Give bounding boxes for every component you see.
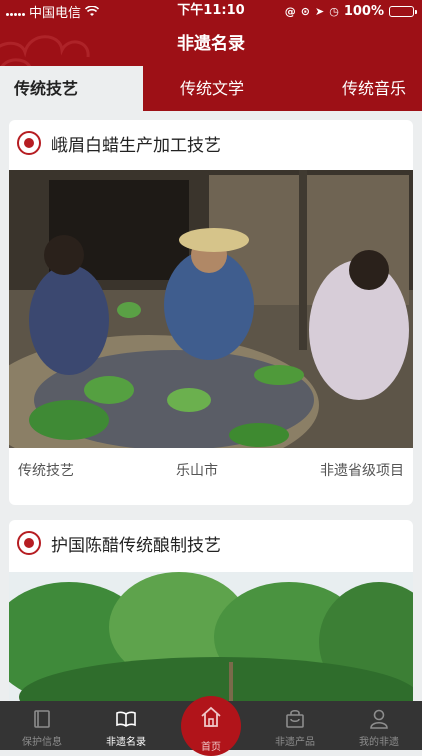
status-bar: 中国电信 下午11:10 @ ⊙ ➤ ◷ 100% (0, 0, 422, 22)
tabbar-label: 首页 (201, 742, 221, 753)
page-title: 非遗名录 (177, 34, 245, 54)
orientation-lock-icon: ⊙ (300, 4, 310, 18)
heritage-card[interactable]: 峨眉白蜡生产加工技艺 传统技艺 乐山市 非遗省级项目 (9, 120, 413, 505)
heritage-logo-icon (17, 531, 41, 555)
tabbar-label: 我的非遗 (359, 737, 399, 748)
tabbar-item-home[interactable]: 首页 (181, 696, 241, 756)
tab-traditional-literature[interactable]: 传统文学 (180, 66, 244, 111)
tab-traditional-craft[interactable]: 传统技艺 (0, 66, 143, 111)
alarm-icon: @ (284, 4, 296, 18)
card-header: 护国陈醋传统酿制技艺 (17, 530, 221, 556)
tabbar-label: 非遗产品 (275, 737, 315, 748)
tabbar-label: 保护信息 (22, 737, 62, 748)
tabbar-item-my-heritage[interactable]: 我的非遗 (339, 701, 419, 750)
open-book-icon (116, 711, 136, 727)
tab-traditional-music[interactable]: 传统音乐 (342, 66, 406, 111)
tabbar-label: 非遗名录 (106, 737, 146, 748)
location-icon: ➤ (315, 4, 325, 18)
category-tabs: 传统技艺 传统文学 传统音乐 (0, 66, 422, 111)
tabbar-item-heritage-products[interactable]: 非遗产品 (255, 701, 335, 750)
user-icon (370, 709, 388, 729)
home-icon (201, 706, 221, 727)
card-title: 峨眉白蜡生产加工技艺 (51, 135, 221, 156)
status-right: @ ⊙ ➤ ◷ 100% (284, 0, 417, 22)
clock-icon: ◷ (329, 4, 339, 18)
card-header: 峨眉白蜡生产加工技艺 (17, 130, 221, 156)
card-level: 非遗省级项目 (320, 463, 404, 479)
heritage-card[interactable]: 护国陈醋传统酿制技艺 (9, 520, 413, 720)
tabbar-item-protection-info[interactable]: 保护信息 (2, 701, 82, 750)
book-icon (34, 710, 50, 728)
bottom-tab-bar: 保护信息 非遗名录 首页 非遗产品 我的非遗 (0, 696, 422, 756)
card-meta: 传统技艺 乐山市 非遗省级项目 (18, 460, 404, 480)
card-photo (9, 170, 413, 448)
battery-icon (389, 5, 417, 17)
battery-percent: 100% (343, 3, 384, 19)
card-category: 传统技艺 (18, 463, 74, 479)
heritage-logo-icon (17, 131, 41, 155)
card-location: 乐山市 (176, 463, 218, 479)
tabbar-item-heritage-list[interactable]: 非遗名录 (86, 701, 166, 750)
card-title: 护国陈醋传统酿制技艺 (51, 535, 221, 556)
shopping-bag-icon (286, 709, 304, 728)
app-header: 非遗名录 (0, 22, 422, 66)
